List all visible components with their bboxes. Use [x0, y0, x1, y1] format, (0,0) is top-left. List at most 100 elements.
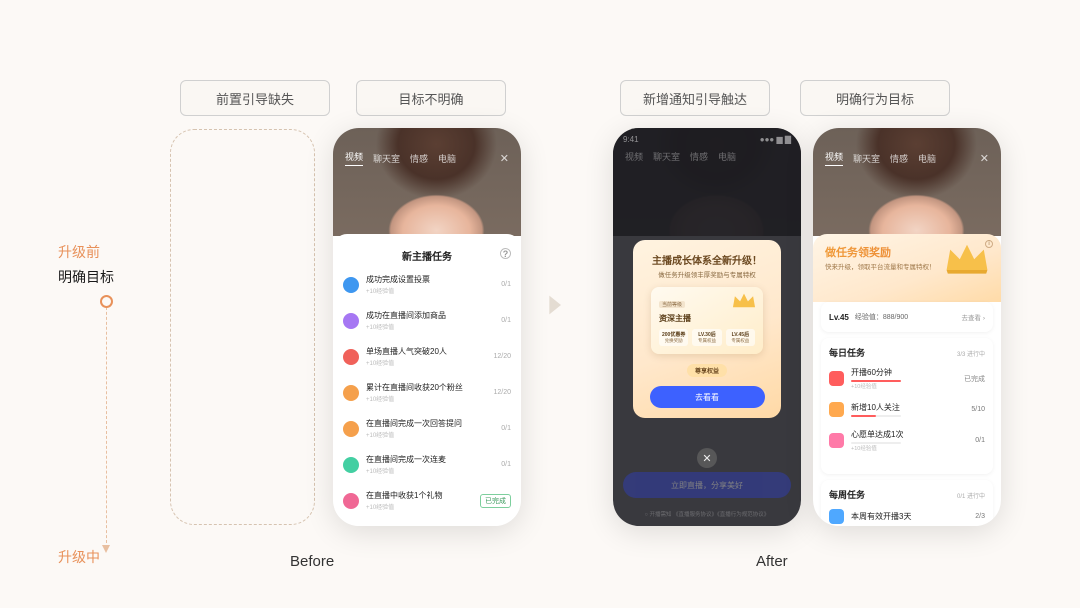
modal-title: 主播成长体系全新升级！: [643, 252, 771, 267]
status-bar: 9:41 ●●● ▆ ▇: [613, 128, 801, 146]
task-done-badge: 已完成: [480, 494, 511, 508]
avatar-photo: [813, 128, 1001, 236]
badge: LV.30后专属权益: [692, 329, 721, 346]
section-status: 3/3 进行中: [957, 349, 985, 358]
stage-column: 升级前 明确目标: [58, 60, 148, 290]
tab-chatroom[interactable]: 聊天室: [373, 152, 400, 165]
privilege-badges: 200优惠券兑换奖励 LV.30后专属权益 LV.45后专属权益: [659, 329, 755, 346]
stage-timeline-dot: [100, 295, 113, 308]
stage-during-upgrade: 升级中: [58, 545, 100, 570]
progress-fill: [851, 415, 876, 417]
task-row[interactable]: 成功在直播间添加商品+10经验值 0/1: [343, 305, 511, 341]
tab-emotion[interactable]: 情感: [890, 152, 908, 165]
go-view-link[interactable]: 去查看: [962, 312, 985, 322]
task-progress: 0/1: [501, 461, 511, 468]
task-row[interactable]: 本周有效开播3天 2/3: [829, 505, 985, 526]
reward-hero: 做任务领奖励 快来升级，领取平台流量和专属特权！ i: [813, 234, 1001, 302]
task-row[interactable]: 在直播中收获1个礼物+10经验值 已完成: [343, 485, 511, 521]
start-live-button[interactable]: 立即直播，分享美好: [623, 472, 791, 498]
status-icons: ●●● ▆ ▇: [760, 135, 791, 144]
product-icon: [343, 313, 359, 329]
section-title: 每周任务: [829, 488, 865, 501]
task-progress: 0/1: [501, 317, 511, 324]
task-list: 成功完成设置投票+10经验值 0/1 成功在直播间添加商品+10经验值 0/1 …: [333, 269, 521, 521]
task-done-label: 已完成: [964, 374, 985, 384]
task-progress: 2/3: [975, 513, 985, 520]
task-row[interactable]: 在直播间完成一次连麦+10经验值 0/1: [343, 449, 511, 485]
calendar-icon: [829, 509, 844, 524]
task-row[interactable]: 单场直播人气突破20人+10经验值 12/20: [343, 341, 511, 377]
task-row[interactable]: 累计在直播间收获20个粉丝+10经验值 12/20: [343, 377, 511, 413]
header-tabs: 视频 聊天室 情感 电脑 ✕: [813, 150, 1001, 166]
empty-phone-placeholder: [170, 129, 315, 525]
stage-clear-goal: 明确目标: [58, 265, 148, 290]
modal-close-icon[interactable]: ✕: [697, 448, 717, 468]
header-tabs-dim: 视频 聊天室 情感 电脑: [613, 150, 801, 163]
stage-timeline-arrow-icon: [102, 545, 110, 553]
fans-icon: [343, 385, 359, 401]
tab-video[interactable]: 视频: [825, 150, 843, 166]
task-row[interactable]: 在直播间完成一次回答提问+10经验值 0/1: [343, 413, 511, 449]
label-before: Before: [290, 553, 334, 570]
tag-missing-guidance: 前置引导缺失: [180, 80, 330, 116]
stage-before-upgrade: 升级前: [58, 240, 148, 265]
label-after: After: [756, 553, 788, 570]
tab-pc[interactable]: 电脑: [438, 152, 456, 165]
tab-chatroom[interactable]: 聊天室: [853, 152, 880, 165]
close-icon[interactable]: ✕: [500, 152, 509, 165]
task-progress: 0/1: [501, 281, 511, 288]
close-icon[interactable]: ✕: [980, 152, 989, 165]
task-progress: 12/20: [493, 353, 511, 360]
card-level-name: 资深主播: [659, 313, 755, 324]
fire-icon: [343, 349, 359, 365]
task-row[interactable]: 新增10人关注 5/10: [829, 398, 985, 425]
task-row[interactable]: 开播60分钟 +10经验值 已完成: [829, 363, 985, 398]
stage-timeline: [106, 302, 107, 548]
tab-emotion[interactable]: 情感: [410, 152, 428, 165]
task-row[interactable]: 心愿单达成1次 +10经验值 0/1: [829, 425, 985, 460]
before-after-arrow-icon: [540, 290, 570, 320]
tab-pc[interactable]: 电脑: [918, 152, 936, 165]
task-progress: 0/1: [975, 437, 985, 444]
qa-icon: [343, 421, 359, 437]
exp-text: 经验值：888/900: [855, 312, 908, 322]
phone-after-notification: 9:41 ●●● ▆ ▇ 视频 聊天室 情感 电脑 主播成长体系全新升级！ 做任…: [613, 128, 801, 526]
phone-header: 9:41 ●●● ▆ ▇ 视频 聊天室 情感 电脑 ✕: [813, 128, 1001, 236]
vote-icon: [343, 277, 359, 293]
wishlist-icon: [829, 433, 844, 448]
task-progress: 12/20: [493, 389, 511, 396]
sheet-title: 新主播任务 ?: [333, 248, 521, 263]
header-tabs: 视频 聊天室 情感 电脑 ✕: [333, 150, 521, 166]
phone-after-rewards: 9:41 ●●● ▆ ▇ 视频 聊天室 情感 电脑 ✕ 做任务领奖励 快来升级，…: [813, 128, 1001, 526]
phone-before: 9:41 ●●● ▆ ▇ 视频 聊天室 情感 电脑 ✕ 新主播任务 ? 成功完成…: [333, 128, 521, 526]
follow-icon: [829, 402, 844, 417]
camera-icon: [829, 371, 844, 386]
weekly-tasks-section: 每周任务 0/1 进行中 本周有效开播3天 2/3: [821, 480, 993, 526]
avatar-photo: [333, 128, 521, 236]
go-see-button[interactable]: 去看看: [650, 386, 765, 408]
privilege-pill: 尊享权益: [687, 364, 727, 377]
crown-icon: [731, 291, 757, 311]
task-row[interactable]: 成功完成设置投票+10经验值 0/1: [343, 269, 511, 305]
task-progress: 5/10: [971, 406, 985, 413]
badge: LV.45后专属权益: [726, 329, 755, 346]
gift-icon: [343, 493, 359, 509]
section-title: 每日任务: [829, 346, 865, 359]
modal-subtitle: 做任务升级领丰厚奖励与专属特权: [643, 269, 771, 279]
tab-video[interactable]: 视频: [345, 150, 363, 166]
level-bar[interactable]: Lv.45 经验值：888/900 去查看: [821, 302, 993, 332]
upgrade-modal: 主播成长体系全新升级！ 做任务升级领丰厚奖励与专属特权 当前等级 资深主播 20…: [633, 240, 781, 418]
tag-unclear-goal: 目标不明确: [356, 80, 506, 116]
task-sheet: 新主播任务 ? 成功完成设置投票+10经验值 0/1 成功在直播间添加商品+10…: [333, 234, 521, 526]
footer-agreements: ○ 开播需知 《直播服务协议》《直播行为规范协议》: [613, 510, 801, 518]
mic-icon: [343, 457, 359, 473]
tag-clear-behavior-goal: 明确行为目标: [800, 80, 950, 116]
section-status: 0/1 进行中: [957, 491, 985, 500]
daily-tasks-section: 每日任务 3/3 进行中 开播60分钟 +10经验值 已完成 新增10人关注 5…: [821, 338, 993, 474]
card-tag: 当前等级: [659, 301, 685, 308]
tag-new-notification: 新增通知引导触达: [620, 80, 770, 116]
info-icon[interactable]: i: [985, 240, 993, 248]
task-progress: 0/1: [501, 425, 511, 432]
help-icon[interactable]: ?: [500, 248, 511, 259]
crown-icon: [943, 240, 991, 280]
